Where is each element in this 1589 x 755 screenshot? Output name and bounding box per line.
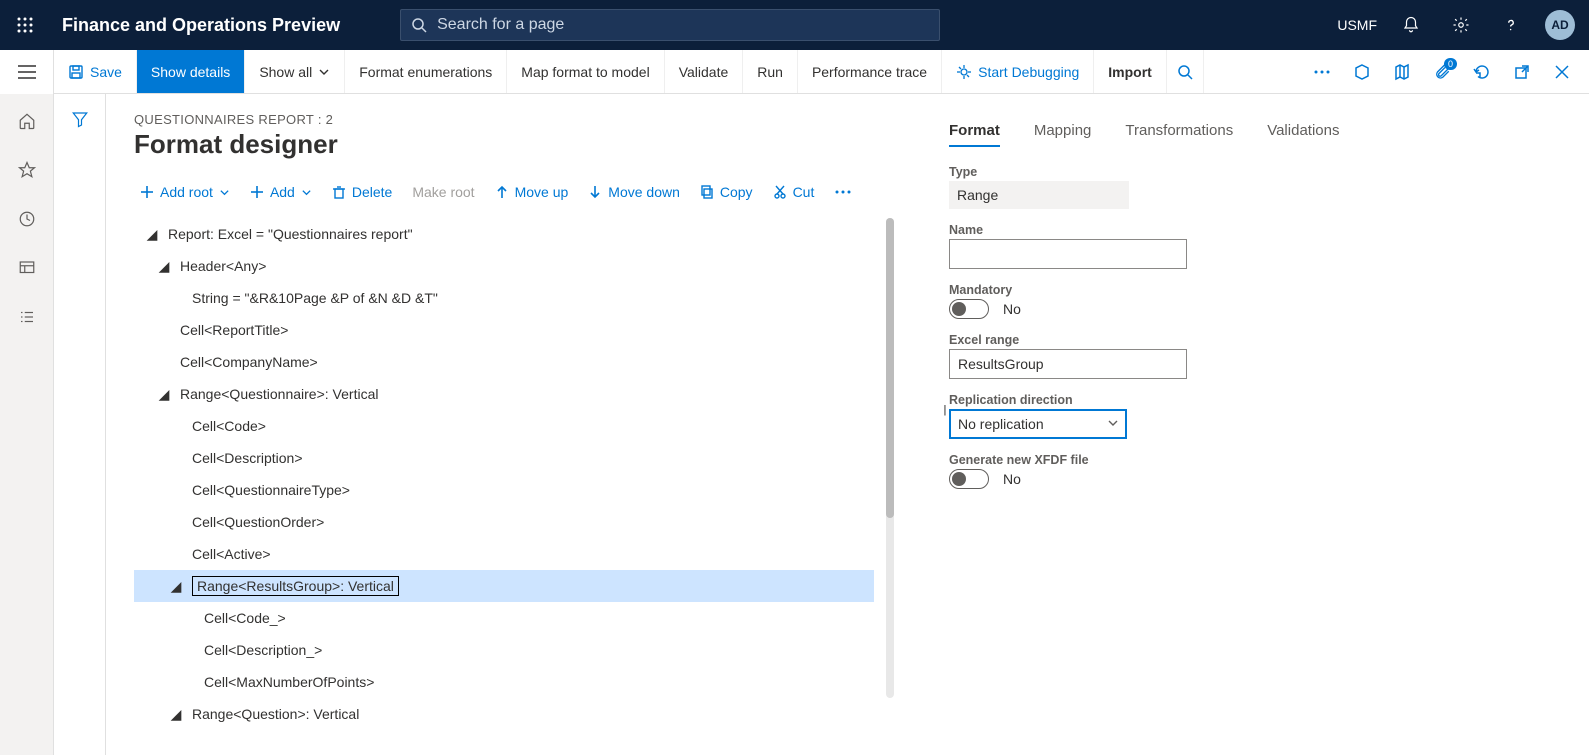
run-button[interactable]: Run [743, 50, 798, 93]
tree-row[interactable]: ◢Header<Any> [134, 250, 874, 282]
tab-transformations[interactable]: Transformations [1125, 122, 1233, 147]
tree-row[interactable]: ◢Range<Question>: Vertical [134, 698, 874, 730]
workspace-icon[interactable] [18, 259, 36, 282]
close-icon[interactable] [1545, 56, 1579, 88]
tree-row[interactable]: Cell<Code_> [134, 602, 874, 634]
add-root-button[interactable]: Add root [140, 184, 230, 200]
breadcrumb: QUESTIONNAIRES REPORT : 2 [134, 112, 949, 127]
tree-row[interactable]: Cell<ReportTitle> [134, 314, 874, 346]
gear-icon[interactable] [1445, 9, 1477, 41]
make-root-button: Make root [412, 184, 474, 200]
tree-more-icon[interactable] [834, 189, 852, 195]
chevron-down-icon [301, 187, 312, 198]
start-debugging-button[interactable]: Start Debugging [942, 50, 1094, 93]
search-icon [411, 17, 427, 33]
tab-mapping[interactable]: Mapping [1034, 122, 1092, 147]
debug-icon [956, 64, 972, 80]
type-value: Range [949, 181, 1129, 209]
format-tree: ◢Report: Excel = "Questionnaires report"… [134, 218, 894, 730]
name-input[interactable] [949, 239, 1187, 269]
recent-icon[interactable] [18, 210, 36, 233]
filter-icon[interactable] [71, 110, 89, 128]
chevron-down-icon [1107, 416, 1119, 434]
tree-toolbar: Add root Add Delete Make root Move up Mo… [140, 184, 949, 200]
xfdf-label: Generate new XFDF file [949, 453, 1209, 467]
format-enumerations-button[interactable]: Format enumerations [345, 50, 507, 93]
map-icon[interactable] [1385, 56, 1419, 88]
hamburger-icon[interactable] [0, 50, 54, 94]
chevron-down-icon [219, 187, 230, 198]
search-input[interactable]: Search for a page [400, 9, 940, 41]
cmdbar-search-icon[interactable] [1167, 50, 1204, 93]
replication-select[interactable] [949, 409, 1127, 439]
filter-column [54, 94, 106, 755]
app-title: Finance and Operations Preview [62, 15, 340, 36]
tree-row[interactable]: Cell<Description> [134, 442, 874, 474]
format-form: Type Range Name Mandatory No Excel range… [949, 165, 1209, 489]
tree-row[interactable]: String = "&R&10Page &P of &N &D &T" [134, 282, 874, 314]
copy-button[interactable]: Copy [700, 184, 753, 200]
mandatory-label: Mandatory [949, 283, 1209, 297]
tree-row[interactable]: Cell<Code> [134, 410, 874, 442]
tree-row[interactable]: Cell<Description_> [134, 634, 874, 666]
bell-icon[interactable] [1395, 9, 1427, 41]
tab-format[interactable]: Format [949, 122, 1000, 147]
properties-tabs: Format Mapping Transformations Validatio… [949, 122, 1569, 147]
show-details-button[interactable]: Show details [137, 50, 245, 93]
validate-button[interactable]: Validate [665, 50, 744, 93]
command-bar: Save Show details Show all Format enumer… [0, 50, 1589, 94]
tree-scrollbar[interactable] [886, 218, 894, 698]
company-label[interactable]: USMF [1337, 17, 1377, 33]
attachments-icon[interactable]: 0 [1425, 56, 1459, 88]
delete-button[interactable]: Delete [332, 184, 392, 200]
left-rail [0, 94, 54, 755]
tree-row[interactable]: Cell<QuestionnaireType> [134, 474, 874, 506]
replication-label: Replication direction [949, 393, 1209, 407]
tree-row[interactable]: Cell<Active> [134, 538, 874, 570]
home-icon[interactable] [18, 112, 36, 135]
top-nav: Finance and Operations Preview Search fo… [0, 0, 1589, 50]
import-button[interactable]: Import [1094, 50, 1167, 93]
cut-button[interactable]: Cut [773, 184, 815, 200]
tree-row[interactable]: Cell<CompanyName> [134, 346, 874, 378]
save-button[interactable]: Save [54, 50, 137, 93]
help-icon[interactable] [1495, 9, 1527, 41]
move-down-button[interactable]: Move down [588, 184, 680, 200]
refresh-icon[interactable] [1465, 56, 1499, 88]
tree-row[interactable]: Cell<MaxNumberOfPoints> [134, 666, 874, 698]
attach-badge: 0 [1444, 58, 1457, 70]
search-placeholder: Search for a page [437, 16, 564, 34]
type-label: Type [949, 165, 1209, 179]
xfdf-value: No [1003, 471, 1021, 487]
xfdf-toggle[interactable] [949, 469, 989, 489]
properties-pane: || Format Mapping Transformations Valida… [949, 94, 1589, 755]
map-format-button[interactable]: Map format to model [507, 50, 664, 93]
mandatory-toggle[interactable] [949, 299, 989, 319]
tab-validations[interactable]: Validations [1267, 122, 1339, 147]
move-up-button[interactable]: Move up [495, 184, 569, 200]
show-all-button[interactable]: Show all [245, 50, 345, 93]
main-content: QUESTIONNAIRES REPORT : 2 Format designe… [106, 94, 1589, 755]
excel-range-input[interactable] [949, 349, 1187, 379]
more-icon[interactable] [1305, 56, 1339, 88]
tree-row[interactable]: ◢Report: Excel = "Questionnaires report" [134, 218, 874, 250]
waffle-icon[interactable] [0, 17, 50, 33]
performance-trace-button[interactable]: Performance trace [798, 50, 942, 93]
chevron-down-icon [318, 66, 330, 78]
page-title: Format designer [134, 129, 949, 160]
designer-pane: QUESTIONNAIRES REPORT : 2 Format designe… [106, 94, 949, 755]
popout-icon[interactable] [1505, 56, 1539, 88]
tree-row[interactable]: ◢Range<Questionnaire>: Vertical [134, 378, 874, 410]
avatar[interactable]: AD [1545, 10, 1575, 40]
add-button[interactable]: Add [250, 184, 312, 200]
modules-icon[interactable] [18, 308, 36, 331]
splitter-grip[interactable]: || [943, 404, 945, 416]
mandatory-value: No [1003, 301, 1021, 317]
name-label: Name [949, 223, 1209, 237]
excel-range-label: Excel range [949, 333, 1209, 347]
tree-row[interactable]: Cell<QuestionOrder> [134, 506, 874, 538]
parameters-icon[interactable] [1345, 56, 1379, 88]
tree-row-selected[interactable]: ◢Range<ResultsGroup>: Vertical [134, 570, 874, 602]
star-icon[interactable] [18, 161, 36, 184]
